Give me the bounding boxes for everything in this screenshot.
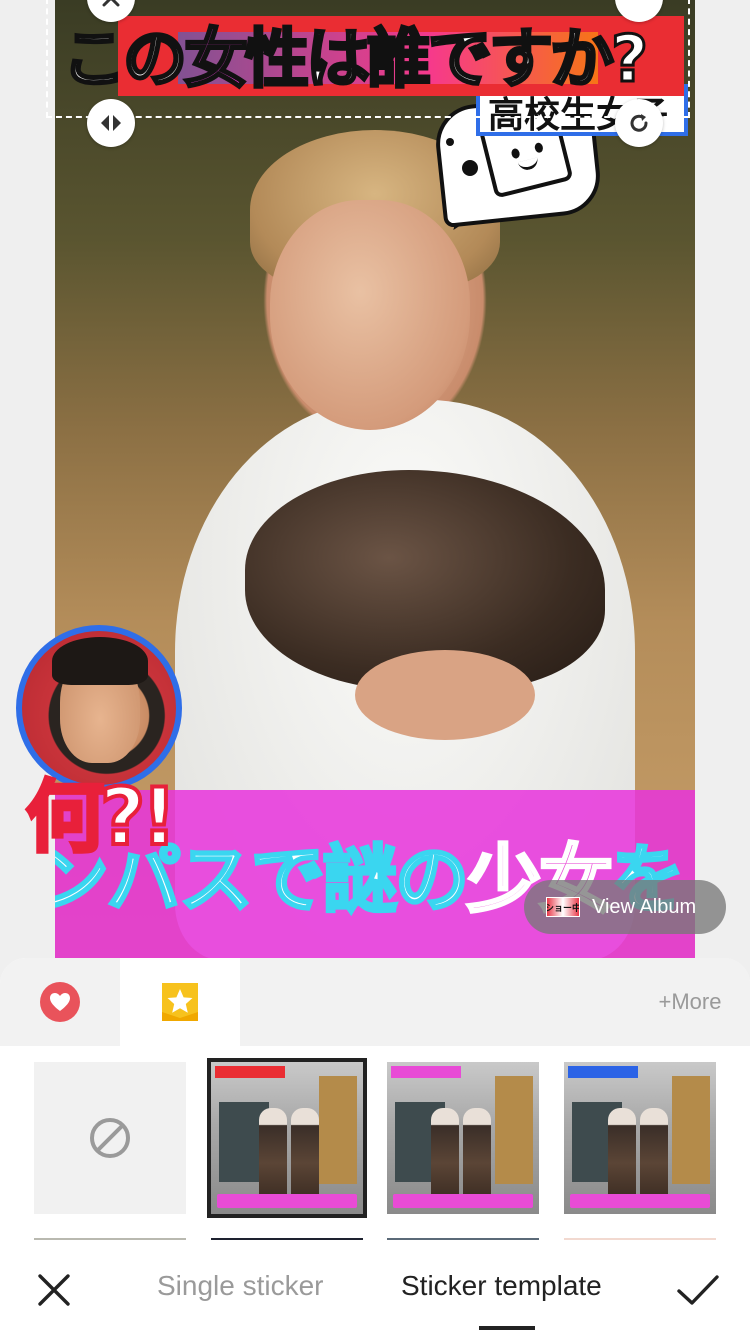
rotate-icon — [630, 114, 648, 132]
mascot-eye-right — [533, 141, 544, 154]
thumb-caption-bar — [393, 1194, 533, 1208]
thumb-sign — [495, 1076, 533, 1184]
tab-single-sticker[interactable]: Single sticker — [157, 1270, 324, 1302]
thumb-person — [259, 1108, 287, 1200]
flip-icon — [101, 115, 121, 131]
star-icon — [162, 983, 198, 1021]
thumb-title-bar — [391, 1066, 461, 1078]
thumb-sign — [672, 1076, 710, 1184]
tab-sticker-template[interactable]: Sticker template — [401, 1270, 602, 1302]
tab-featured[interactable] — [120, 958, 240, 1046]
close-button[interactable] — [32, 1268, 76, 1312]
thumb-title-bar — [568, 1066, 638, 1078]
active-tab-indicator — [479, 1326, 535, 1330]
view-album-button[interactable]: ショー中 View Album — [524, 880, 726, 934]
thumb-caption-bar — [217, 1194, 357, 1208]
mascot-mouth — [517, 157, 540, 172]
heart-icon — [40, 982, 80, 1022]
template-tile-1[interactable] — [207, 1058, 367, 1218]
thumb-sign — [319, 1076, 357, 1184]
confirm-button[interactable] — [674, 1268, 722, 1312]
bottom-nav: Single sticker Sticker template — [0, 1240, 750, 1334]
edit-icon — [626, 0, 652, 11]
thumb-title-bar — [215, 1066, 285, 1078]
bubble-dot — [446, 138, 454, 146]
close-icon — [38, 1274, 70, 1306]
view-album-label: View Album — [592, 895, 697, 918]
tab-favorites[interactable] — [0, 958, 120, 1046]
reaction-text[interactable]: 何?! — [24, 755, 179, 867]
template-tile-2[interactable] — [387, 1062, 539, 1214]
thumb-person — [291, 1108, 319, 1200]
sticker-editor-screen: ンパスで謎の少女を 何?! 高校生女子 この女性は誰ですか? ショー中 View… — [0, 0, 750, 1334]
thumb-person — [608, 1108, 636, 1200]
no-template-tile[interactable] — [34, 1062, 186, 1214]
flip-handle[interactable] — [87, 99, 135, 147]
category-tabbar: +More — [0, 958, 750, 1046]
selection-frame — [46, 0, 690, 118]
photo-face — [270, 200, 470, 430]
bubble-dot — [462, 160, 478, 176]
thumb-person — [431, 1108, 459, 1200]
thumb-caption-bar — [570, 1194, 710, 1208]
album-thumbnail: ショー中 — [546, 897, 580, 917]
thumb-person — [463, 1108, 491, 1200]
none-icon — [90, 1118, 130, 1158]
photo-hands — [355, 650, 535, 740]
close-icon — [102, 0, 120, 7]
rotate-handle[interactable] — [615, 99, 663, 147]
checkmark-icon — [677, 1275, 719, 1305]
more-button[interactable]: +More — [630, 958, 750, 1046]
thumb-person — [640, 1108, 668, 1200]
template-tile-3[interactable] — [564, 1062, 716, 1214]
mascot-eye-left — [510, 147, 521, 160]
avatar-hair — [52, 637, 148, 685]
